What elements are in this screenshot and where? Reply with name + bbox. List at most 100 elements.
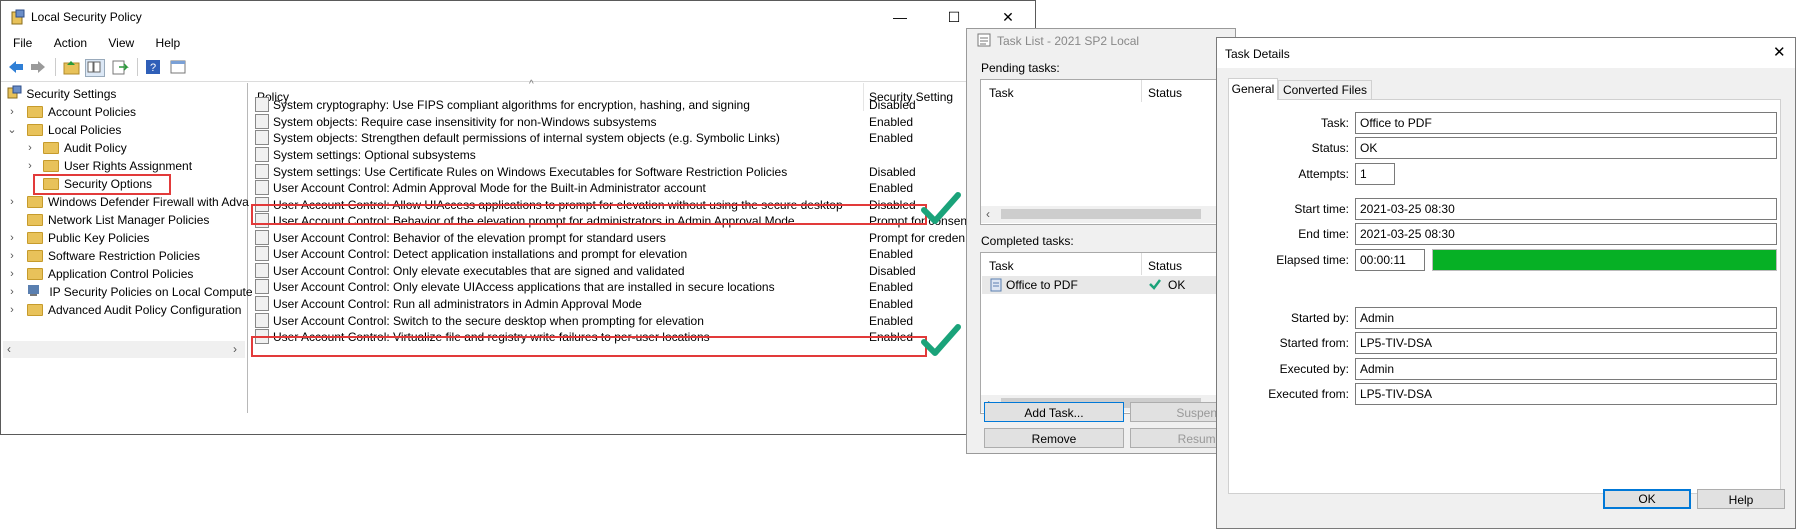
security-settings-icon — [7, 85, 23, 104]
pending-tasks-grid[interactable]: Task Status ‹ — [980, 79, 1235, 225]
export-list-icon[interactable] — [111, 59, 129, 75]
tab-area: General Converted Files Task: Office to … — [1228, 78, 1782, 516]
policy-list-pane: ^ Policy Security Setting System cryptog… — [251, 79, 1035, 413]
sort-ascending-icon: ^ — [529, 79, 534, 90]
close-button[interactable]: ✕ — [985, 5, 1031, 29]
menu-file[interactable]: File — [13, 33, 32, 53]
scroll-left-icon[interactable]: ‹ — [986, 207, 990, 221]
toolbar-separator — [55, 58, 56, 76]
tree-item-account-policies[interactable]: › Account Policies — [7, 103, 136, 121]
pending-column-status[interactable]: Status — [1148, 86, 1182, 100]
task-list-title: Task List - 2021 SP2 Local — [997, 34, 1140, 48]
end-time-field[interactable]: 2021-03-25 08:30 — [1355, 223, 1777, 245]
tree-item-application-control[interactable]: › Application Control Policies — [7, 265, 193, 283]
policy-icon — [255, 313, 269, 329]
column-separator[interactable] — [1141, 80, 1142, 102]
pending-column-task[interactable]: Task — [989, 86, 1014, 100]
tree-item-ip-security[interactable]: › IP Security Policies on Local Compute — [7, 283, 252, 301]
chevron-right-icon[interactable]: › — [7, 283, 17, 301]
menu-bar: File Action View Help — [1, 33, 1035, 53]
scrollbar-thumb[interactable] — [1001, 209, 1201, 219]
elapsed-time-field[interactable]: 00:00:11 — [1355, 249, 1425, 271]
tree-item-local-policies[interactable]: ⌄ Local Policies — [7, 121, 121, 139]
started-by-field[interactable]: Admin — [1355, 307, 1777, 329]
status-field[interactable]: OK — [1355, 137, 1777, 159]
ok-button[interactable]: OK — [1603, 489, 1691, 509]
tree-item-defender-firewall[interactable]: › Windows Defender Firewall with Adva — [7, 193, 249, 211]
chevron-right-icon[interactable]: › — [7, 103, 17, 121]
run-all-admins-highlight-box — [251, 336, 927, 357]
scroll-right-icon[interactable]: › — [233, 342, 237, 356]
started-from-field[interactable]: LP5-TIV-DSA — [1355, 332, 1777, 354]
svg-text:?: ? — [150, 62, 156, 74]
add-task-button[interactable]: Add Task... — [984, 402, 1124, 422]
elapsed-progress-bar — [1432, 249, 1777, 271]
tree-horizontal-scrollbar[interactable]: ‹ › — [3, 341, 245, 358]
maximize-button[interactable]: ☐ — [931, 5, 977, 29]
completed-task-name: Office to PDF — [1006, 278, 1078, 292]
completed-column-status[interactable]: Status — [1148, 259, 1182, 273]
tab-converted-files[interactable]: Converted Files — [1278, 80, 1372, 100]
scroll-left-icon[interactable]: ‹ — [7, 342, 11, 356]
completed-column-task[interactable]: Task — [989, 259, 1014, 273]
lsp-title-bar[interactable]: Local Security Policy — ☐ ✕ — [1, 1, 1035, 33]
tab-general[interactable]: General — [1228, 78, 1278, 100]
chevron-right-icon[interactable]: › — [25, 139, 35, 157]
task-details-title: Task Details — [1225, 47, 1290, 61]
column-separator[interactable] — [1141, 253, 1142, 275]
chevron-right-icon[interactable]: › — [25, 157, 35, 175]
chevron-right-icon[interactable]: › — [7, 265, 17, 283]
executed-from-field[interactable]: LP5-TIV-DSA — [1355, 383, 1777, 405]
elapsed-time-label: Elapsed time: — [1276, 253, 1349, 267]
folder-icon — [43, 141, 59, 154]
policy-icon — [255, 164, 269, 180]
tree-item-user-rights-assignment[interactable]: › User Rights Assignment — [7, 157, 192, 175]
local-security-policy-window: Local Security Policy — ☐ ✕ File Action … — [0, 0, 1036, 435]
policy-icon — [255, 263, 269, 279]
menu-action[interactable]: Action — [54, 33, 87, 53]
policy-icon — [255, 246, 269, 262]
forward-arrow-icon[interactable] — [29, 59, 47, 75]
up-folder-icon[interactable] — [63, 59, 81, 75]
security-options-highlight-box — [33, 174, 171, 195]
tree-item-audit-policy[interactable]: › Audit Policy — [7, 139, 127, 157]
tree-pane: Security Settings › Account Policies ⌄ L… — [3, 83, 253, 413]
menu-help[interactable]: Help — [156, 33, 181, 53]
chevron-down-icon[interactable]: ⌄ — [7, 121, 17, 139]
start-time-field[interactable]: 2021-03-25 08:30 — [1355, 198, 1777, 220]
tree-item-security-settings[interactable]: Security Settings — [7, 85, 116, 103]
attempts-field[interactable]: 1 — [1355, 163, 1395, 185]
tree-item-advanced-audit[interactable]: › Advanced Audit Policy Configuration — [7, 301, 241, 319]
task-details-title-bar[interactable]: Task Details ✕ — [1217, 38, 1795, 68]
executed-by-field[interactable]: Admin — [1355, 358, 1777, 380]
tree-item-network-list-manager[interactable]: Network List Manager Policies — [7, 211, 209, 229]
folder-icon — [27, 249, 43, 262]
admin-approval-highlight-box — [251, 204, 927, 225]
back-arrow-icon[interactable] — [7, 59, 25, 75]
folder-icon — [27, 231, 43, 244]
chevron-right-icon[interactable]: › — [7, 301, 17, 319]
properties-icon[interactable] — [169, 59, 187, 75]
task-field[interactable]: Office to PDF — [1355, 112, 1777, 134]
chevron-right-icon[interactable]: › — [7, 247, 17, 265]
completed-tasks-grid[interactable]: Task Status Office to PDF OK ‹ — [980, 252, 1235, 414]
chevron-right-icon[interactable]: › — [7, 193, 17, 211]
completed-task-row[interactable]: Office to PDF OK — [982, 276, 1235, 294]
close-button[interactable]: ✕ — [1773, 43, 1786, 61]
show-tree-icon[interactable] — [85, 59, 105, 77]
pending-horizontal-scrollbar[interactable]: ‹ — [981, 206, 1235, 223]
policy-icon — [255, 114, 269, 130]
tree-item-software-restriction[interactable]: › Software Restriction Policies — [7, 247, 200, 265]
minimize-button[interactable]: — — [877, 5, 923, 29]
task-label: Task: — [1320, 116, 1349, 130]
help-icon[interactable]: ? — [145, 59, 163, 75]
chevron-right-icon[interactable]: › — [7, 229, 17, 247]
end-time-label: End time: — [1298, 227, 1349, 241]
remove-button[interactable]: Remove — [984, 428, 1124, 448]
folder-icon — [27, 303, 43, 316]
column-separator[interactable] — [863, 83, 864, 111]
menu-view[interactable]: View — [108, 33, 134, 53]
success-check-icon — [1148, 277, 1162, 294]
tree-item-public-key-policies[interactable]: › Public Key Policies — [7, 229, 149, 247]
help-button[interactable]: Help — [1697, 489, 1785, 509]
